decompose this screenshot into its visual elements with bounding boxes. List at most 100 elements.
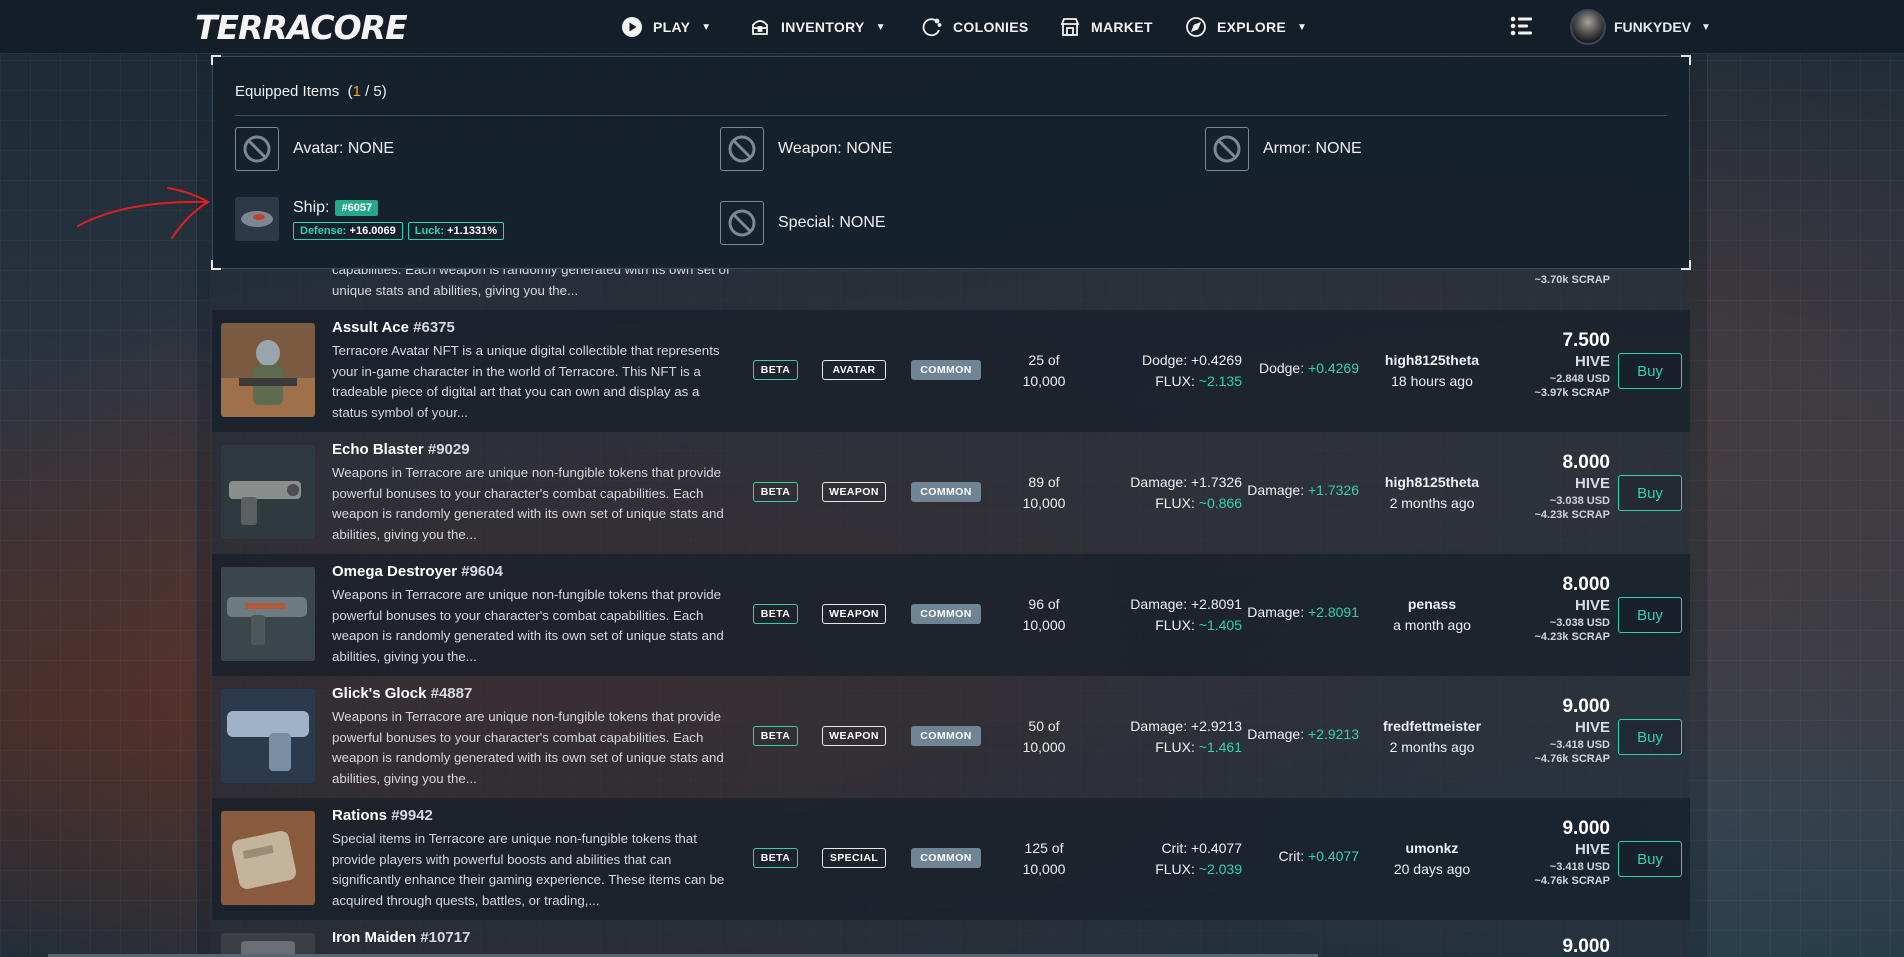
slot-armor-label: Armor: NONE	[1263, 140, 1362, 157]
slot-weapon-label: Weapon: NONE	[778, 140, 893, 157]
list-menu-icon[interactable]	[1510, 15, 1534, 37]
item-name[interactable]: Glick's Glock #4887	[332, 685, 472, 702]
buy-button[interactable]: Buy	[1618, 475, 1682, 511]
nav-inventory[interactable]: INVENTORY ▼	[748, 14, 886, 40]
item-stat-summary: Damage: +2.8091	[1247, 604, 1359, 620]
table-row[interactable]: Rations #9942 Special items in Terracore…	[212, 798, 1690, 920]
frame-corner	[211, 260, 221, 270]
item-description: Weapons in Terracore are unique non-fung…	[332, 709, 724, 786]
item-stat-summary: Dodge: +0.4269	[1258, 360, 1359, 376]
item-description: Weapons in Terracore are unique non-fung…	[332, 465, 724, 542]
item-stats: Damage: +2.9213 FLUX: ~1.461	[1130, 718, 1242, 755]
slot-special[interactable]: Special: NONE	[720, 201, 886, 245]
price-block: 9.000 HIVE ~3.418 USD ~4.76k SCRAP	[1534, 818, 1610, 887]
ship-label: Ship:	[293, 198, 330, 216]
item-stats: Crit: +0.4077 FLUX: ~2.039	[1155, 840, 1242, 877]
nav-market[interactable]: MARKET	[1058, 14, 1153, 40]
supply: 125 of 10,000	[1022, 840, 1066, 877]
supply: 89 of 10,000	[1022, 474, 1066, 511]
item-thumbnail[interactable]	[221, 689, 315, 783]
slot-avatar-label: Avatar: NONE	[293, 140, 395, 157]
item-thumbnail[interactable]	[221, 323, 315, 417]
user-menu[interactable]: FUNKYDEV ▼	[1570, 9, 1711, 45]
chest-icon	[748, 15, 772, 39]
equipped-title: Equipped Items (1 / 5)	[235, 83, 387, 100]
frame-corner	[1681, 55, 1691, 65]
top-navigation: TERRACORE PLAY ▼ INVENTORY ▼ COLONIES MA…	[0, 0, 1904, 54]
item-name[interactable]: Rations #9942	[332, 807, 433, 824]
item-thumbnail[interactable]	[221, 567, 315, 661]
item-stat-summary: Crit: +0.4077	[1278, 848, 1359, 864]
price-block: 9.000	[1562, 936, 1610, 957]
type-badge: WEAPON	[822, 482, 886, 502]
divider	[235, 115, 1667, 116]
rarity-badge: COMMON	[911, 360, 981, 380]
buy-button[interactable]: Buy	[1618, 841, 1682, 877]
ship-id-badge[interactable]: #6057	[335, 199, 379, 216]
ship-thumbnail[interactable]	[235, 197, 279, 241]
supply: 25 of 10,000	[1022, 352, 1066, 389]
beta-badge: BETA	[753, 848, 798, 868]
price-block: 8.000 HIVE ~3.038 USD ~4.23k SCRAP	[1534, 574, 1610, 643]
item-thumbnail[interactable]	[221, 811, 315, 905]
none-icon	[235, 127, 279, 171]
nav-colonies[interactable]: COLONIES	[920, 14, 1029, 40]
item-stat-summary: Damage: +1.7326	[1247, 482, 1359, 498]
frame-corner	[1681, 260, 1691, 270]
none-icon	[720, 127, 764, 171]
nav-play-label: PLAY	[653, 19, 691, 35]
luck-stat: Luck: +1.1331%	[407, 221, 504, 240]
type-badge: WEAPON	[822, 726, 886, 746]
item-name[interactable]: Echo Blaster #9029	[332, 441, 470, 458]
table-row[interactable]: Assult Ace #6375 Terracore Avatar NFT is…	[212, 310, 1690, 432]
nav-explore[interactable]: EXPLORE ▼	[1184, 14, 1307, 40]
rarity-badge: COMMON	[911, 482, 981, 502]
item-stat-summary: Damage: +2.9213	[1247, 726, 1359, 742]
item-stats: Dodge: +0.4269 FLUX: ~2.135	[1141, 352, 1242, 389]
slot-ship[interactable]: Ship: #6057 Defense: +16.0069 Luck: +1.1…	[235, 197, 504, 241]
defense-stat: Defense: +16.0069	[293, 221, 403, 240]
rarity-badge: COMMON	[911, 726, 981, 746]
item-name[interactable]: Iron Maiden #10717	[332, 929, 470, 946]
buy-button[interactable]: Buy	[1618, 353, 1682, 389]
beta-badge: BETA	[753, 604, 798, 624]
username: FUNKYDEV	[1614, 19, 1692, 35]
supply: 96 of 10,000	[1022, 596, 1066, 633]
nav-play[interactable]: PLAY ▼	[620, 14, 711, 40]
equipped-items-panel: Equipped Items (1 / 5) Avatar: NONE Weap…	[211, 55, 1691, 270]
rarity-badge: COMMON	[911, 848, 981, 868]
item-stats: Damage: +2.8091 FLUX: ~1.405	[1130, 596, 1242, 633]
nav-market-label: MARKET	[1091, 19, 1153, 35]
slot-avatar[interactable]: Avatar: NONE	[235, 127, 394, 171]
beta-badge: BETA	[753, 360, 798, 380]
type-badge: WEAPON	[822, 604, 886, 624]
item-name[interactable]: Assult Ace #6375	[332, 319, 455, 336]
item-description: Special items in Terracore are unique no…	[332, 831, 725, 908]
type-badge: SPECIAL	[822, 848, 886, 868]
table-row[interactable]: Iron Maiden #10717 9.000	[212, 920, 1690, 957]
nav-explore-label: EXPLORE	[1217, 19, 1287, 35]
none-icon	[1205, 127, 1249, 171]
price-block: 8.000 HIVE ~3.038 USD ~4.23k SCRAP	[1534, 452, 1610, 521]
terracore-logo[interactable]: TERRACORE	[195, 8, 408, 47]
buy-button[interactable]: Buy	[1618, 719, 1682, 755]
table-row[interactable]: Omega Destroyer #9604 Weapons in Terraco…	[212, 554, 1690, 676]
beta-badge: BETA	[753, 726, 798, 746]
buy-button[interactable]: Buy	[1618, 597, 1682, 633]
chevron-down-icon: ▼	[875, 21, 886, 33]
frame-corner	[211, 55, 221, 65]
item-stats: Damage: +1.7326 FLUX: ~0.866	[1130, 474, 1242, 511]
slot-armor[interactable]: Armor: NONE	[1205, 127, 1362, 171]
table-row[interactable]: Glick's Glock #4887 Weapons in Terracore…	[212, 676, 1690, 798]
chevron-down-icon: ▼	[1297, 21, 1308, 33]
slot-weapon[interactable]: Weapon: NONE	[720, 127, 892, 171]
table-row[interactable]: Echo Blaster #9029 Weapons in Terracore …	[212, 432, 1690, 554]
nav-inventory-label: INVENTORY	[781, 19, 865, 35]
ship-info: Ship: #6057 Defense: +16.0069 Luck: +1.1…	[293, 199, 504, 240]
slot-special-label: Special: NONE	[778, 214, 886, 231]
beta-badge: BETA	[753, 482, 798, 502]
item-description: Terracore Avatar NFT is a unique digital…	[332, 343, 720, 420]
none-icon	[720, 201, 764, 245]
item-thumbnail[interactable]	[221, 445, 315, 539]
item-name[interactable]: Omega Destroyer #9604	[332, 563, 503, 580]
